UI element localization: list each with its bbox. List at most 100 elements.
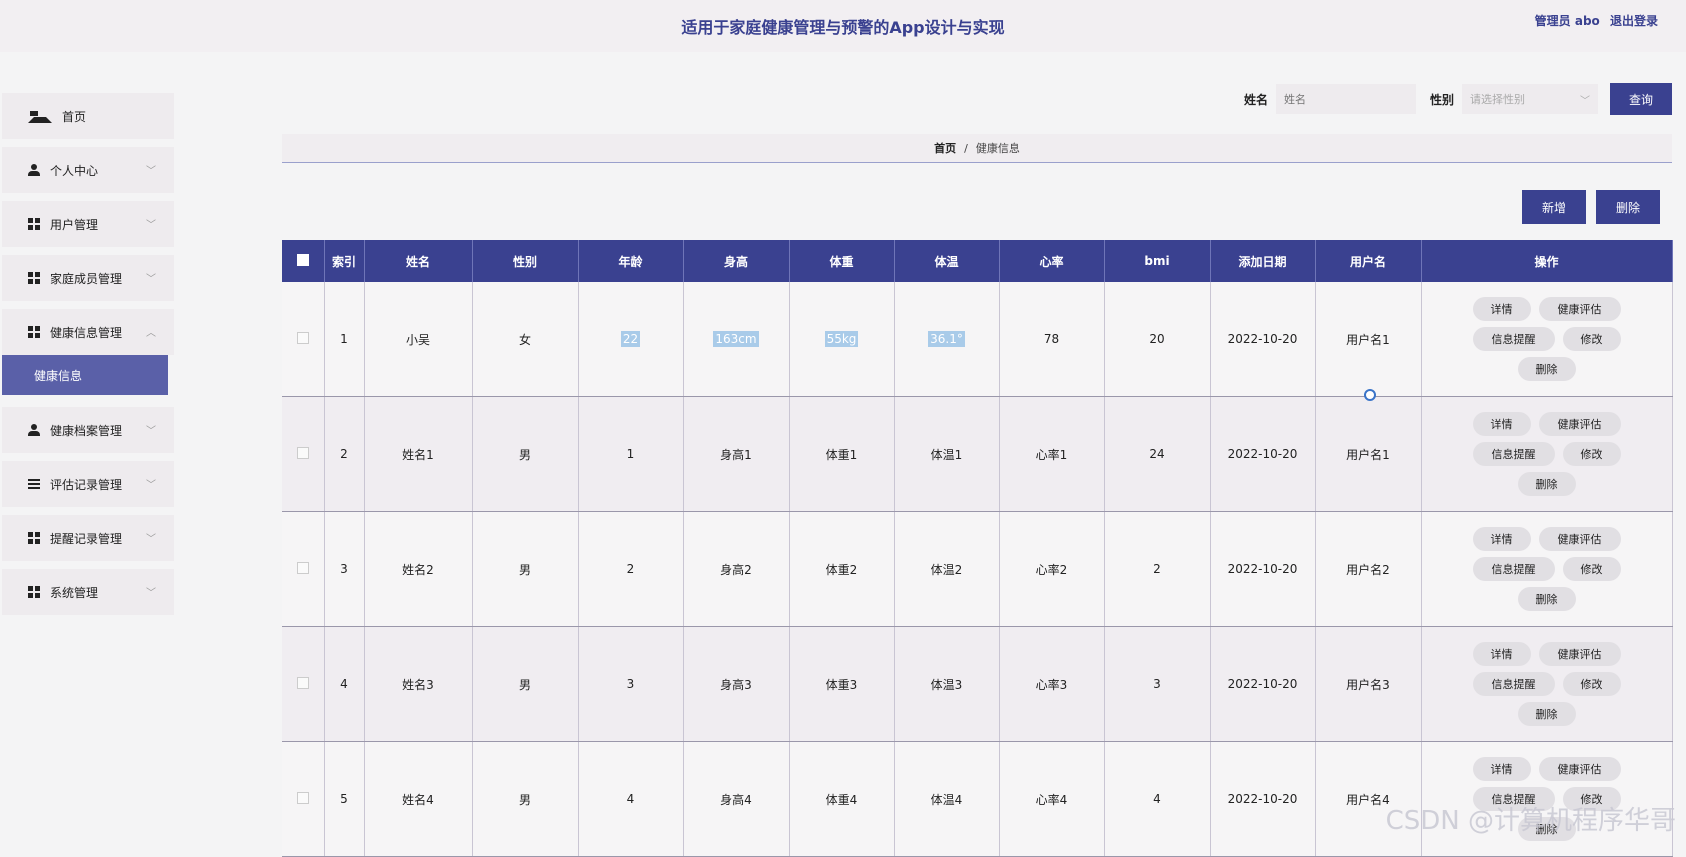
action-buttons: 新增 删除 — [1512, 190, 1660, 224]
cell-age: 22 — [578, 282, 684, 397]
cell-ops: 详情 健康评估 信息提醒 修改 删除 — [1421, 282, 1673, 397]
chevron-down-icon: ﹀ — [146, 534, 156, 545]
row-select-cell[interactable] — [282, 626, 325, 742]
select-all-checkbox[interactable] — [296, 253, 309, 266]
grid-icon — [28, 272, 40, 284]
name-label: 姓名 — [1243, 92, 1268, 107]
cell-heart: 78 — [999, 282, 1105, 397]
table-row: 1 小吴 女 22 163cm 55kg 36.1° 78 20 2022-10… — [282, 282, 1673, 397]
add-button[interactable]: 新增 — [1522, 190, 1586, 224]
search-bar: 姓名 性别 请选择性别 ﹀ 查询 — [1244, 83, 1672, 115]
submenu-item-health-info[interactable]: 健康信息 — [2, 355, 168, 395]
cell-height: 身高4 — [683, 741, 790, 857]
cell-gender: 男 — [472, 626, 579, 742]
name-search-input[interactable] — [1275, 84, 1416, 114]
edit-button[interactable]: 修改 — [1562, 442, 1621, 466]
highlighted-text: 163cm — [713, 331, 759, 347]
cell-date: 2022-10-20 — [1210, 396, 1316, 512]
row-select-cell[interactable] — [282, 396, 325, 512]
sidebar-item-health-info-management[interactable]: 健康信息管理 ︿ — [2, 309, 174, 355]
sidebar-item-personal-center[interactable]: 个人中心 ﹀ — [2, 147, 174, 193]
sidebar-item-family-members[interactable]: 家庭成员管理 ﹀ — [2, 255, 174, 301]
health-assess-button[interactable]: 健康评估 — [1538, 642, 1621, 666]
detail-button[interactable]: 详情 — [1472, 642, 1531, 666]
cell-name: 姓名2 — [364, 511, 473, 627]
sidebar-item-label: 个人中心 — [50, 163, 99, 178]
table-header-row: 索引 姓名 性别 年龄 身高 体重 体温 心率 bmi 添加日期 用户名 操作 — [282, 240, 1673, 282]
list-icon — [28, 478, 40, 490]
health-assess-button[interactable]: 健康评估 — [1538, 757, 1621, 781]
delete-button[interactable]: 删除 — [1596, 190, 1660, 224]
detail-button[interactable]: 详情 — [1472, 527, 1531, 551]
row-select-cell[interactable] — [282, 741, 325, 857]
info-remind-button[interactable]: 信息提醒 — [1472, 672, 1555, 696]
row-select-cell[interactable] — [282, 511, 325, 627]
cell-user: 用户名3 — [1315, 626, 1422, 742]
search-button[interactable]: 查询 — [1610, 83, 1672, 115]
edit-button[interactable]: 修改 — [1562, 327, 1621, 351]
health-assess-button[interactable]: 健康评估 — [1538, 297, 1621, 321]
row-checkbox[interactable] — [296, 791, 309, 804]
info-remind-button[interactable]: 信息提醒 — [1472, 327, 1555, 351]
select-all-cell[interactable] — [282, 240, 325, 282]
health-assess-button[interactable]: 健康评估 — [1538, 412, 1621, 436]
sidebar-item-system-management[interactable]: 系统管理 ﹀ — [2, 569, 174, 615]
breadcrumb-separator: / — [964, 141, 968, 155]
grid-icon — [28, 218, 40, 230]
cell-gender: 男 — [472, 511, 579, 627]
cell-height: 身高1 — [683, 396, 790, 512]
column-header: 姓名 — [364, 240, 473, 282]
table-row: 5 姓名4 男 4 身高4 体重4 体温4 心率4 4 2022-10-20 用… — [282, 741, 1673, 857]
sidebar-item-assessment-records[interactable]: 评估记录管理 ﹀ — [2, 461, 174, 507]
row-delete-button[interactable]: 删除 — [1517, 587, 1576, 611]
sidebar: 首页 个人中心 ﹀ 用户管理 ﹀ 家庭成员管理 ﹀ 健康信息管理 ︿ 健康信息 … — [2, 93, 174, 623]
cell-temp: 36.1° — [894, 282, 1000, 397]
row-checkbox[interactable] — [296, 331, 309, 344]
user-icon — [28, 424, 40, 436]
info-remind-button[interactable]: 信息提醒 — [1472, 557, 1555, 581]
user-icon — [28, 164, 40, 176]
highlighted-text: 55kg — [824, 331, 859, 347]
cell-date: 2022-10-20 — [1210, 511, 1316, 627]
logout-link[interactable]: 退出登录 — [1610, 14, 1658, 28]
row-checkbox[interactable] — [296, 676, 309, 689]
cell-bmi: 20 — [1104, 282, 1211, 397]
edit-button[interactable]: 修改 — [1562, 672, 1621, 696]
row-checkbox[interactable] — [296, 446, 309, 459]
breadcrumb-home[interactable]: 首页 — [934, 140, 956, 156]
row-delete-button[interactable]: 删除 — [1517, 472, 1576, 496]
cell-temp: 体温1 — [894, 396, 1000, 512]
sidebar-item-reminder-records[interactable]: 提醒记录管理 ﹀ — [2, 515, 174, 561]
sidebar-item-health-records[interactable]: 健康档案管理 ﹀ — [2, 407, 174, 453]
home-icon — [28, 105, 52, 123]
info-remind-button[interactable]: 信息提醒 — [1472, 442, 1555, 466]
row-operations: 详情 健康评估 信息提醒 修改 删除 — [1462, 409, 1632, 499]
sidebar-item-user-management[interactable]: 用户管理 ﹀ — [2, 201, 174, 247]
cell-heart: 心率2 — [999, 511, 1105, 627]
cell-index: 5 — [324, 741, 365, 857]
detail-button[interactable]: 详情 — [1472, 757, 1531, 781]
column-header: 年龄 — [578, 240, 684, 282]
cell-weight: 体重1 — [789, 396, 895, 512]
column-header: bmi — [1104, 240, 1211, 282]
row-delete-button[interactable]: 删除 — [1517, 357, 1576, 381]
gender-select[interactable]: 请选择性别 ﹀ — [1462, 84, 1598, 114]
cell-bmi: 3 — [1104, 626, 1211, 742]
cell-name: 姓名3 — [364, 626, 473, 742]
detail-button[interactable]: 详情 — [1472, 297, 1531, 321]
health-assess-button[interactable]: 健康评估 — [1538, 527, 1621, 551]
column-header: 心率 — [999, 240, 1105, 282]
cell-index: 4 — [324, 626, 365, 742]
cell-weight: 55kg — [789, 282, 895, 397]
cell-heart: 心率4 — [999, 741, 1105, 857]
cell-height: 163cm — [683, 282, 790, 397]
detail-button[interactable]: 详情 — [1472, 412, 1531, 436]
edit-button[interactable]: 修改 — [1562, 557, 1621, 581]
sidebar-item-label: 首页 — [62, 109, 87, 124]
sidebar-item-home[interactable]: 首页 — [2, 93, 174, 139]
row-select-cell[interactable] — [282, 282, 325, 397]
row-delete-button[interactable]: 删除 — [1517, 702, 1576, 726]
row-checkbox[interactable] — [296, 561, 309, 574]
column-header: 体温 — [894, 240, 1000, 282]
cell-date: 2022-10-20 — [1210, 626, 1316, 742]
